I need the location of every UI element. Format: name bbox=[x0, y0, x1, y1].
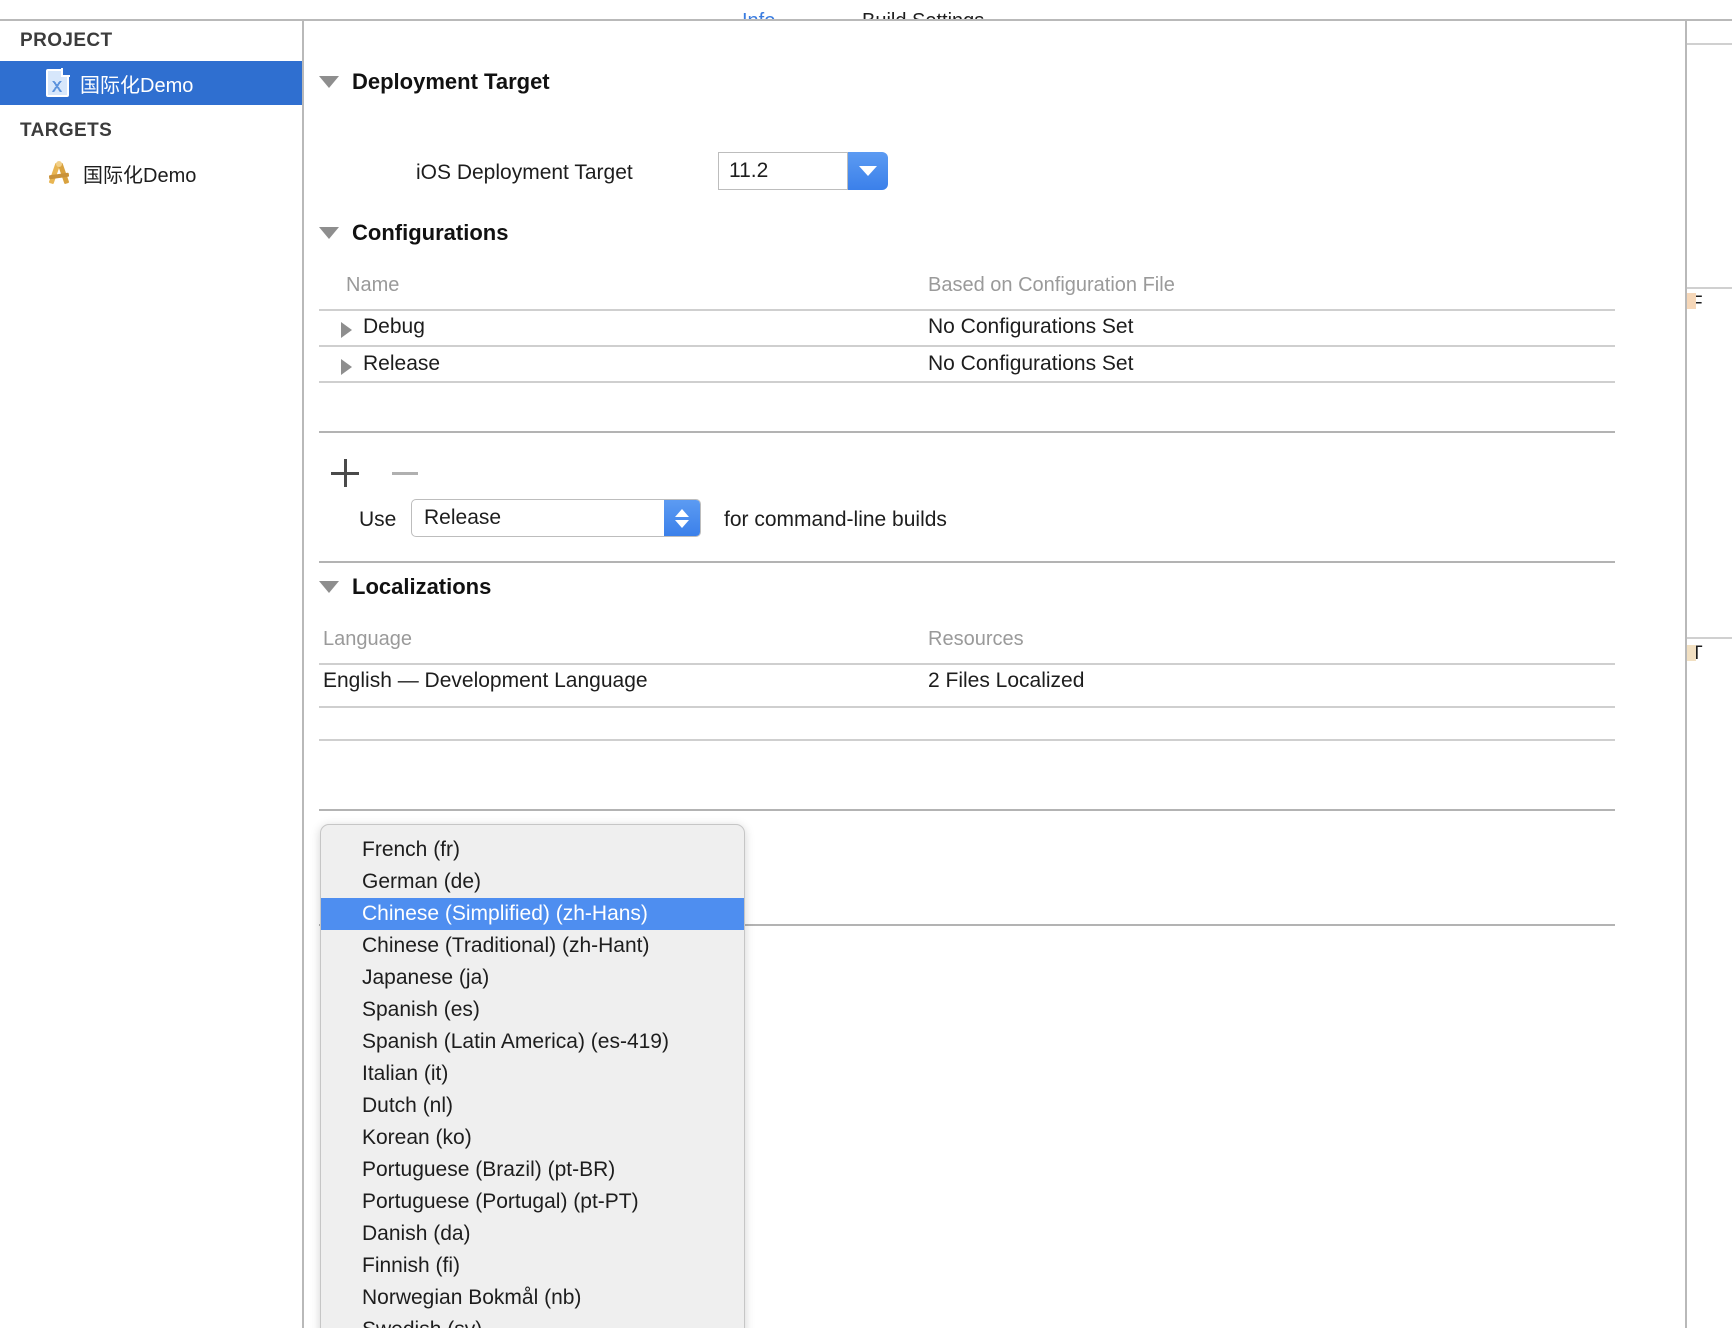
triangle-right-icon[interactable] bbox=[341, 322, 352, 338]
sidebar-item-label: 国际化Demo bbox=[80, 74, 194, 97]
menu-item-language[interactable]: Swedish (sv) bbox=[321, 1314, 744, 1328]
command-line-config-popup[interactable]: Release bbox=[411, 499, 701, 537]
column-header-resources: Resources bbox=[928, 628, 1024, 650]
menu-item-language[interactable]: Spanish (Latin America) (es-419) bbox=[321, 1026, 744, 1058]
menu-item-language[interactable]: Portuguese (Portugal) (pt-PT) bbox=[321, 1186, 744, 1218]
ios-deployment-target-label: iOS Deployment Target bbox=[416, 161, 633, 184]
command-line-prefix-label: Use bbox=[359, 508, 397, 531]
chevron-down-icon bbox=[859, 166, 877, 176]
section-title-text: Localizations bbox=[352, 574, 492, 599]
target-app-icon bbox=[46, 161, 72, 185]
table-divider bbox=[319, 663, 1615, 665]
editor-tab-bar: Info Build Settings bbox=[0, 0, 1732, 20]
toolbar-divider bbox=[319, 431, 1615, 433]
info-pane: Deployment Target iOS Deployment Target … bbox=[306, 21, 1685, 1328]
language-dropdown-menu[interactable]: French (fr) German (de) Chinese (Simplifie… bbox=[320, 824, 745, 1328]
menu-item-language[interactable]: Danish (da) bbox=[321, 1218, 744, 1250]
sidebar-header-targets: TARGETS bbox=[20, 120, 113, 141]
table-divider bbox=[319, 739, 1615, 741]
triangle-down-icon[interactable] bbox=[319, 227, 339, 239]
command-line-suffix-label: for command-line builds bbox=[724, 508, 947, 531]
menu-item-language[interactable]: Italian (it) bbox=[321, 1058, 744, 1090]
triangle-down-icon[interactable] bbox=[319, 581, 339, 593]
section-deployment-target[interactable]: Deployment Target bbox=[319, 69, 550, 95]
inspector-color-fragment bbox=[1687, 293, 1696, 309]
section-title-text: Configurations bbox=[352, 220, 509, 245]
project-targets-sidebar: PROJECT 国际化Demo TARGETS 国际化Demo bbox=[0, 21, 304, 1328]
project-document-icon bbox=[46, 68, 70, 97]
table-divider bbox=[319, 706, 1615, 708]
sidebar-item-label: 国际化Demo bbox=[83, 164, 197, 187]
table-divider bbox=[319, 345, 1615, 347]
menu-item-language[interactable]: Portuguese (Brazil) (pt-BR) bbox=[321, 1154, 744, 1186]
triangle-right-icon[interactable] bbox=[341, 359, 352, 375]
section-title-text: Deployment Target bbox=[352, 69, 550, 94]
add-configuration-button[interactable] bbox=[330, 458, 360, 488]
config-based-on: No Configurations Set bbox=[928, 315, 1134, 338]
triangle-down-icon[interactable] bbox=[319, 76, 339, 88]
inspector-divider bbox=[1687, 43, 1732, 45]
section-divider bbox=[319, 561, 1615, 563]
menu-item-language[interactable]: Chinese (Simplified) (zh-Hans) bbox=[321, 898, 744, 930]
menu-item-language[interactable]: German (de) bbox=[321, 866, 744, 898]
ios-deployment-target-stepper[interactable] bbox=[848, 152, 888, 190]
column-header-name: Name bbox=[346, 274, 400, 296]
menu-item-language[interactable]: Chinese (Traditional) (zh-Hant) bbox=[321, 930, 744, 962]
inspector-divider bbox=[1687, 637, 1732, 639]
sidebar-item-target-demo[interactable]: 国际化Demo bbox=[0, 151, 302, 195]
sidebar-item-project-demo[interactable]: 国际化Demo bbox=[0, 61, 302, 105]
config-name: Debug bbox=[363, 315, 425, 338]
inspector-divider bbox=[1687, 287, 1732, 289]
remove-configuration-button[interactable] bbox=[390, 458, 420, 488]
localization-language: English — Development Language bbox=[323, 669, 648, 692]
inspector-color-fragment bbox=[1687, 645, 1696, 661]
ios-deployment-target-field[interactable]: 11.2 bbox=[718, 152, 848, 190]
table-divider bbox=[319, 381, 1615, 383]
config-based-on: No Configurations Set bbox=[928, 352, 1134, 375]
column-header-based-on: Based on Configuration File bbox=[928, 274, 1175, 296]
localization-resources: 2 Files Localized bbox=[928, 669, 1085, 692]
menu-item-language[interactable]: Dutch (nl) bbox=[321, 1090, 744, 1122]
menu-item-language[interactable]: Norwegian Bokmål (nb) bbox=[321, 1282, 744, 1314]
menu-item-language[interactable]: Japanese (ja) bbox=[321, 962, 744, 994]
sidebar-header-project: PROJECT bbox=[20, 30, 113, 51]
section-configurations[interactable]: Configurations bbox=[319, 220, 508, 246]
inspector-panel-sliver: F T bbox=[1685, 21, 1732, 1328]
section-localizations[interactable]: Localizations bbox=[319, 574, 491, 600]
xcode-project-editor-window: Info Build Settings PROJECT 国际化Demo TARG… bbox=[0, 0, 1732, 1328]
menu-item-language[interactable]: Korean (ko) bbox=[321, 1122, 744, 1154]
config-name: Release bbox=[363, 352, 441, 375]
menu-item-language[interactable]: Finnish (fi) bbox=[321, 1250, 744, 1282]
toolbar-divider bbox=[319, 809, 1615, 811]
menu-item-language[interactable]: Spanish (es) bbox=[321, 994, 744, 1026]
table-divider bbox=[319, 309, 1615, 311]
column-header-language: Language bbox=[323, 628, 412, 650]
up-down-chevrons-icon[interactable] bbox=[664, 500, 700, 536]
menu-item-language[interactable]: French (fr) bbox=[321, 834, 744, 866]
